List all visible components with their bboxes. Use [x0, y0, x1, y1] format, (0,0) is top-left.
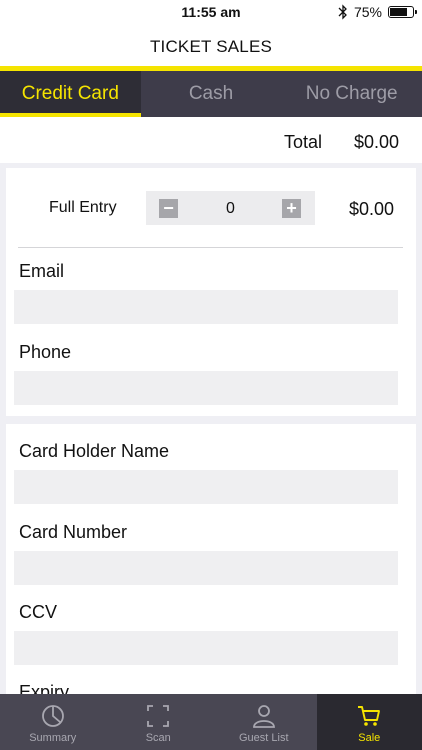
ccv-field[interactable] [14, 631, 398, 665]
tab-guest-list-label: Guest List [238, 732, 289, 744]
tab-cash[interactable]: Cash [141, 71, 282, 117]
phone-label: Phone [19, 342, 72, 362]
email-label: Email [19, 261, 65, 281]
total-row: Total $0.00 [0, 117, 422, 163]
divider [18, 247, 403, 248]
tab-credit-card[interactable]: Credit Card [0, 71, 141, 117]
phone-field[interactable] [14, 371, 398, 405]
plus-icon[interactable]: + [282, 199, 301, 218]
status-indicators: 75% [338, 4, 417, 20]
battery-icon [388, 6, 417, 18]
ticket-type-label: Full Entry [49, 199, 117, 216]
tab-guest-list[interactable]: Guest List [211, 694, 317, 750]
payment-method-tabs: Credit Card Cash No Charge [0, 71, 422, 117]
page-title: TICKET SALES [149, 37, 273, 56]
tab-scan[interactable]: Scan [106, 694, 212, 750]
expiry-label: Expiry [19, 682, 70, 694]
tab-scan-label: Scan [145, 732, 171, 744]
tab-no-charge[interactable]: No Charge [281, 71, 422, 117]
ticket-contact-card: Full Entry − 0 + $0.00 Email Phone [6, 168, 416, 416]
quantity-stepper: − 0 + [146, 191, 315, 225]
total-value: $0.00 [353, 132, 399, 152]
guest-list-icon [252, 705, 275, 728]
tab-sale-label: Sale [358, 732, 381, 744]
tab-summary[interactable]: Summary [0, 694, 106, 750]
tab-sale[interactable]: Sale [316, 694, 422, 750]
cart-icon [358, 706, 381, 726]
card-number-field[interactable] [14, 551, 398, 585]
bluetooth-icon [338, 4, 347, 20]
nav-bar: TICKET SALES [0, 24, 422, 66]
scan-icon [147, 705, 170, 727]
total-label: Total [284, 132, 323, 152]
bottom-tab-bar: Summary Scan Guest List Sale [0, 694, 422, 750]
tab-summary-label: Summary [29, 732, 77, 744]
ccv-label: CCV [19, 602, 58, 622]
card-details-card: Card Holder Name Card Number CCV Expiry [6, 424, 416, 694]
card-number-label: Card Number [19, 522, 128, 542]
ticket-price: $0.00 [348, 199, 394, 219]
card-holder-name-label: Card Holder Name [19, 441, 170, 461]
battery-percent: 75% [353, 4, 382, 20]
email-field[interactable] [14, 290, 398, 324]
battery-level [390, 8, 407, 16]
status-bar: 11:55 am 75% [0, 0, 422, 24]
card-holder-name-field[interactable] [14, 470, 398, 504]
summary-icon [41, 705, 64, 727]
